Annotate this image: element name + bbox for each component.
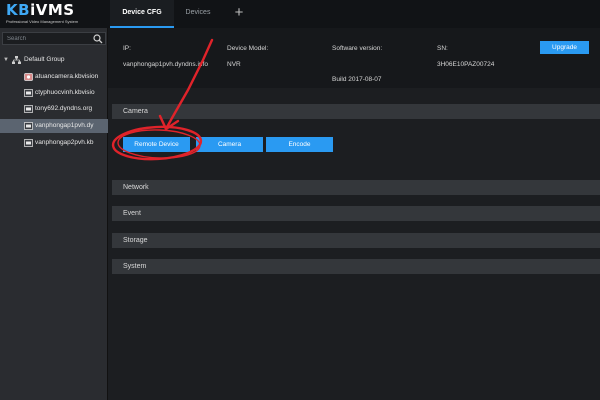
add-tab-icon[interactable]: + [228,0,250,28]
device-item-label: tony692.dyndns.org [35,105,93,112]
tab-device-cfg[interactable]: Device CFG [110,0,174,28]
search-input[interactable] [3,33,91,44]
nvr-device-icon [24,105,33,113]
device-item-label: vanphongap2pvh.kb [35,139,94,146]
upgrade-button[interactable]: Upgrade [540,41,589,54]
device-item-selected[interactable]: vanphongap1pvh.dy [0,119,108,133]
device-item[interactable]: atuancamera.kbvision [0,70,108,84]
encode-button[interactable]: Encode [266,137,333,152]
device-item-label: ctyphuocvinh.kbvisio [35,89,95,96]
nvr-device-icon [24,122,33,130]
device-item-label: atuancamera.kbvision [35,73,99,80]
device-info-header: IP: vanphongap1pvh.dyndns.info Device Mo… [108,28,600,88]
remote-device-button[interactable]: Remote Device [123,137,190,152]
device-item[interactable]: ctyphuocvinh.kbvisio [0,86,108,100]
search-box [2,32,106,45]
sn-value: 3H06E10PAZ00724 [437,61,495,68]
sn-label: SN: [437,45,448,52]
search-icon[interactable] [93,34,103,44]
camera-section-body: Remote Device Camera Encode [112,119,600,155]
section-system[interactable]: System [112,259,600,274]
device-item[interactable]: tony692.dyndns.org [0,102,108,116]
device-model-label: Device Model: [227,45,269,52]
app-logo: KBiVMS Professional Video Management Sys… [6,2,104,26]
tree-group-label: Default Group [24,56,65,63]
device-config-panel: IP: vanphongap1pvh.dyndns.info Device Mo… [108,28,600,400]
top-bar: KBiVMS Professional Video Management Sys… [0,0,600,28]
app-window: KBiVMS Professional Video Management Sys… [0,0,600,400]
section-network[interactable]: Network [112,180,600,195]
software-version-label: Software version: [332,45,383,52]
software-build-value: Build 2017-08-07 [332,76,382,83]
ip-value: vanphongap1pvh.dyndns.info [123,61,208,68]
device-model-value: NVR [227,61,241,68]
section-camera[interactable]: Camera [112,104,600,119]
camera-device-icon [24,73,33,81]
nvr-device-icon [24,139,33,147]
section-event[interactable]: Event [112,206,600,221]
camera-button[interactable]: Camera [196,137,263,152]
ip-label: IP: [123,45,131,52]
logo-subtitle: Professional Video Management System [6,19,79,24]
logo-wordmark: KBiVMS [6,1,75,19]
nvr-device-icon [24,89,33,97]
device-tree-sidebar: ▼ Default Group atuancamera.kbvision cty… [0,28,108,400]
group-tree-icon [12,56,21,64]
tab-devices[interactable]: Devices [174,0,222,28]
tree-group-default[interactable]: ▼ Default Group [0,54,108,66]
device-item[interactable]: vanphongap2pvh.kb [0,136,108,150]
device-item-label: vanphongap1pvh.dy [35,122,94,129]
caret-down-icon[interactable]: ▼ [3,54,9,66]
section-storage[interactable]: Storage [112,233,600,248]
